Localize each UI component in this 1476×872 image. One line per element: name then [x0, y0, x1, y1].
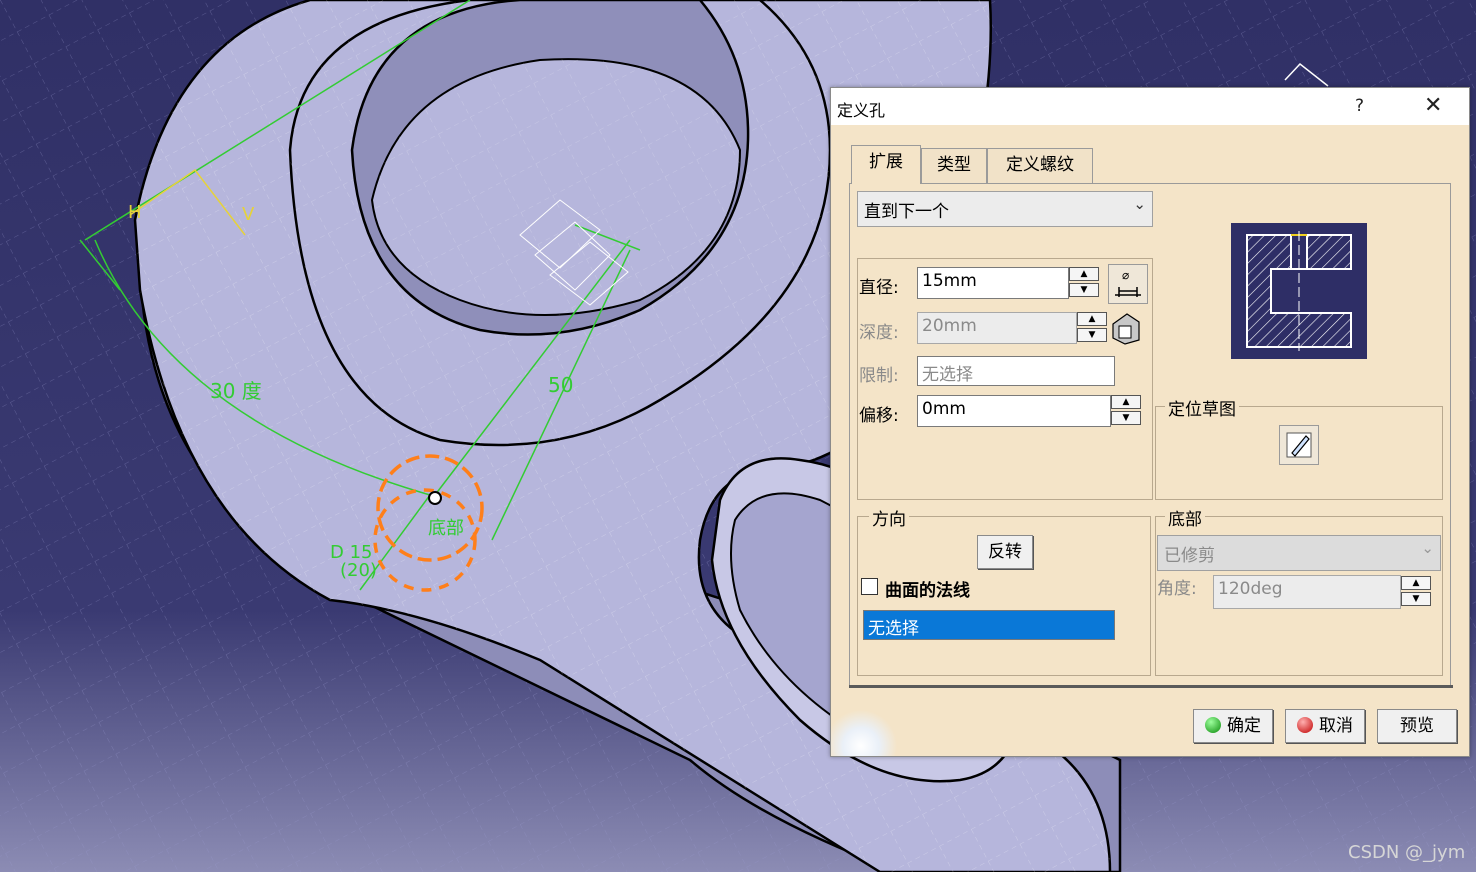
sketch-edit-icon[interactable]: [1279, 425, 1319, 465]
depth-spinner: ▲ ▼: [1077, 312, 1107, 344]
extension-type-select[interactable]: 直到下一个 ⌄: [857, 191, 1153, 227]
chevron-down-icon: ⌄: [1421, 539, 1434, 557]
dialog-title: 定义孔: [837, 101, 886, 120]
bottom-label: 底部: [428, 518, 464, 539]
close-icon[interactable]: ✕: [1424, 93, 1442, 118]
help-icon[interactable]: ?: [1355, 96, 1364, 116]
diameter-dimension-icon[interactable]: ⌀: [1108, 264, 1148, 304]
angle-input: 120deg: [1213, 575, 1401, 609]
limit-input[interactable]: 无选择: [917, 356, 1115, 386]
svg-text:⌀: ⌀: [1122, 268, 1129, 282]
angle-spinner: ▲ ▼: [1401, 576, 1431, 608]
catia-logo: [831, 706, 901, 756]
cancel-button[interactable]: 取消: [1285, 709, 1365, 743]
limit-label: 限制:: [859, 366, 899, 386]
hole-center-point[interactable]: [428, 491, 442, 505]
axis-v-label: V: [242, 204, 255, 225]
depth-type-icon: [1109, 310, 1143, 346]
red-dot-icon: [1297, 717, 1313, 733]
offset-spinner[interactable]: ▲ ▼: [1111, 395, 1141, 427]
dim-distance-label[interactable]: 50: [548, 373, 573, 397]
dialog-titlebar[interactable]: 定义孔 ? ✕: [831, 88, 1469, 125]
offset-input[interactable]: 0mm: [917, 395, 1111, 427]
surface-normal-checkbox[interactable]: [861, 578, 878, 595]
angle-label: 角度:: [1157, 579, 1197, 599]
diameter-label: 直径:: [859, 278, 899, 298]
chevron-down-icon: ⌄: [1133, 195, 1146, 213]
bottom-type-value: 已修剪: [1164, 546, 1215, 566]
tab-thread[interactable]: 定义螺纹: [987, 148, 1093, 183]
bottom-label: 底部: [1165, 505, 1205, 530]
position-sketch-label: 定位草图: [1165, 395, 1239, 420]
hole-preview-image: [1231, 223, 1367, 359]
tab-extension[interactable]: 扩展: [851, 145, 921, 184]
green-dot-icon: [1205, 717, 1221, 733]
offset-label: 偏移:: [859, 406, 899, 426]
bottom-type-select: 已修剪 ⌄: [1157, 535, 1441, 571]
watermark: CSDN @_jym: [1348, 842, 1466, 863]
tab-type[interactable]: 类型: [921, 148, 987, 183]
depth-input: 20mm: [917, 312, 1077, 344]
diameter-spinner[interactable]: ▲ ▼: [1069, 267, 1099, 299]
preview-button[interactable]: 预览: [1377, 709, 1457, 743]
depth-dim-label[interactable]: (20): [340, 560, 377, 581]
dim-angle-label[interactable]: 30 度: [210, 379, 262, 403]
extension-type-value: 直到下一个: [864, 202, 949, 222]
diameter-input[interactable]: 15mm: [917, 267, 1069, 299]
direction-label: 方向: [869, 505, 909, 530]
ok-button[interactable]: 确定: [1193, 709, 1273, 743]
reverse-button[interactable]: 反转: [977, 535, 1033, 569]
axis-h-label: H: [128, 202, 142, 223]
define-hole-dialog: 定义孔 ? ✕ 扩展 类型 定义螺纹 直到下一个 ⌄ 直径: 15mm ▲ ▼ ⌀…: [830, 87, 1470, 757]
depth-label: 深度:: [859, 323, 899, 343]
direction-selection-field[interactable]: 无选择: [863, 610, 1115, 640]
tab-panel-edge: [849, 685, 1453, 688]
surface-normal-label[interactable]: 曲面的法线: [885, 576, 970, 601]
